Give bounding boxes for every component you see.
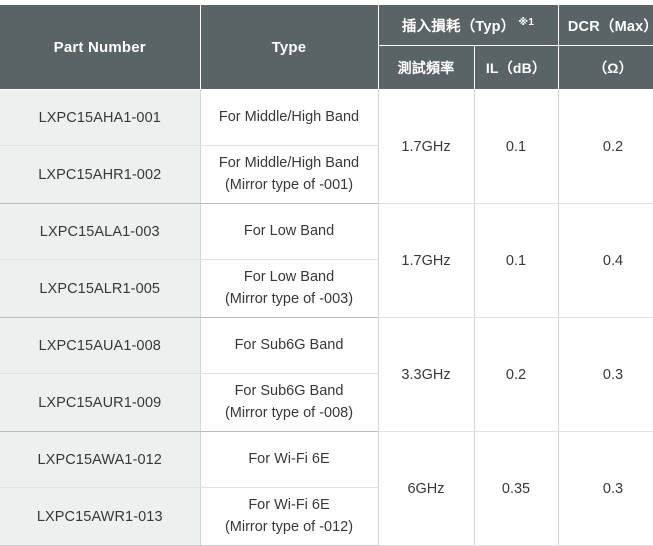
type-line-secondary: (Mirror type of -003) — [224, 290, 354, 307]
cell-part-number: LXPC15AUA1-008 — [0, 317, 201, 374]
cell-il-value: 0.2 — [474, 317, 559, 432]
header-row-1: Part Number Type 插入損耗（Typ） ※1 DCR（Max） — [0, 5, 653, 90]
type-line-primary: For Low Band — [243, 222, 335, 239]
cell-part-number: LXPC15AHA1-001 — [0, 89, 201, 146]
cell-part-number: LXPC15ALA1-003 — [0, 203, 201, 260]
type-line-primary: For Middle/High Band — [218, 155, 360, 172]
type-line-primary: For Middle/High Band — [218, 108, 360, 125]
cell-test-frequency: 6GHz — [378, 431, 475, 546]
product-spec-table: Part Number Type 插入損耗（Typ） ※1 DCR（Max） 測試… — [0, 5, 653, 546]
type-line-secondary: (Mirror type of -012) — [224, 518, 354, 535]
type-line-primary: For Sub6G Band — [234, 383, 344, 400]
type-line-secondary: (Mirror type of -008) — [224, 404, 354, 421]
cell-test-frequency: 1.7GHz — [378, 203, 475, 318]
column-header-insertion-loss: 插入損耗（Typ） ※1 — [377, 5, 559, 46]
type-line-secondary: (Mirror type of -001) — [224, 176, 354, 193]
cell-dcr-value: 0.3 — [558, 317, 653, 432]
cell-part-number: LXPC15ALR1-005 — [0, 259, 201, 318]
cell-part-number: LXPC15AWR1-013 — [0, 487, 201, 546]
cell-il-value: 0.1 — [474, 89, 559, 204]
type-line-primary: For Wi-Fi 6E — [248, 497, 330, 514]
cell-type: For Middle/High Band (Mirror type of -001… — [200, 145, 379, 204]
cell-dcr-value: 0.2 — [558, 89, 653, 204]
table-header: Part Number Type 插入損耗（Typ） ※1 DCR（Max） 測試… — [0, 5, 653, 90]
table-row: LXPC15AWA1-012 For Wi-Fi 6E 6GHz 0.35 0.3 — [0, 431, 653, 546]
cell-part-number: LXPC15AHR1-002 — [0, 145, 201, 204]
column-header-type: Type — [199, 5, 379, 90]
cell-part-number: LXPC15AUR1-009 — [0, 373, 201, 432]
column-header-part-number: Part Number — [0, 5, 201, 90]
cell-dcr-value: 0.4 — [558, 203, 653, 318]
type-line-primary: For Wi-Fi 6E — [248, 450, 330, 467]
table-row: LXPC15AHA1-001 For Middle/High Band 1.7GHz… — [0, 89, 653, 204]
cell-il-value: 0.35 — [474, 431, 559, 546]
insertion-loss-label: 插入損耗（Typ） — [401, 18, 516, 35]
spec-table-container: Part Number Type 插入損耗（Typ） ※1 DCR（Max） 測試… — [0, 5, 653, 546]
cell-part-number: LXPC15AWA1-012 — [0, 431, 201, 488]
cell-type: For Low Band — [200, 203, 379, 260]
column-header-dcr-unit: （Ω） — [557, 45, 653, 90]
table-row: LXPC15ALA1-003 For Low Band 1.7GHz 0.1 0.4 — [0, 203, 653, 318]
table-body: LXPC15AHA1-001 For Middle/High Band 1.7GHz… — [0, 89, 653, 546]
cell-type: For Wi-Fi 6E (Mirror type of -012) — [200, 487, 379, 546]
cell-type: For Sub6G Band (Mirror type of -008) — [200, 373, 379, 432]
cell-type: For Low Band (Mirror type of -003) — [200, 259, 379, 318]
cell-il-value: 0.1 — [474, 203, 559, 318]
cell-type: For Wi-Fi 6E — [200, 431, 379, 488]
cell-test-frequency: 3.3GHz — [378, 317, 475, 432]
column-header-test-frequency: 測試頻率 — [377, 45, 475, 90]
type-line-primary: For Sub6G Band — [234, 336, 344, 353]
cell-test-frequency: 1.7GHz — [378, 89, 475, 204]
table-row: LXPC15AUA1-008 For Sub6G Band 3.3GHz 0.2 0.3 — [0, 317, 653, 432]
cell-type: For Middle/High Band — [200, 89, 379, 146]
cell-dcr-value: 0.3 — [558, 431, 653, 546]
footnote-marker: ※1 — [518, 16, 535, 28]
cell-type: For Sub6G Band — [200, 317, 379, 374]
column-header-il-db: IL（dB） — [473, 45, 559, 90]
column-header-dcr: DCR（Max） — [557, 5, 653, 46]
type-line-primary: For Low Band — [243, 269, 335, 286]
